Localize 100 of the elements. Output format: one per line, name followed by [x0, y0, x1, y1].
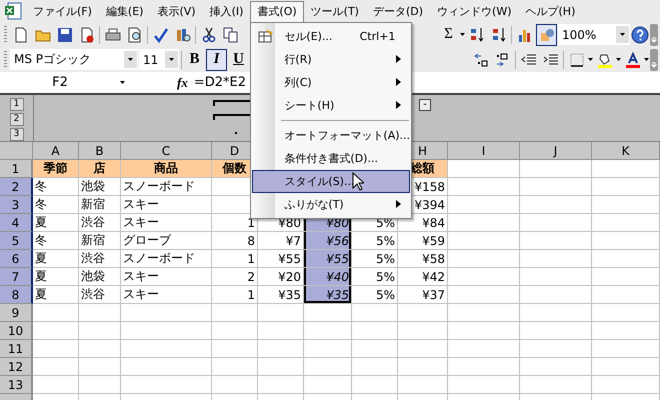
- row-header[interactable]: 5: [0, 232, 33, 250]
- table-cell: [520, 340, 592, 358]
- table-cell: [592, 376, 660, 394]
- menu-entry[interactable]: スタイル(S)...: [252, 170, 410, 192]
- outline-level-button[interactable]: 3: [10, 128, 24, 141]
- row-header[interactable]: 11: [0, 340, 33, 358]
- spreadsheet-app-icon[interactable]: [4, 2, 22, 20]
- column-header[interactable]: C: [121, 142, 212, 160]
- zoom-field[interactable]: 100%: [558, 24, 630, 45]
- table-cell: 渋谷: [79, 250, 121, 268]
- table-cell: [448, 358, 520, 376]
- caret-icon: [120, 81, 125, 84]
- table-cell: [304, 376, 352, 394]
- menu-entry[interactable]: シート(H): [252, 94, 410, 116]
- table-cell: [33, 322, 79, 340]
- table-cell: 夏: [33, 250, 79, 268]
- table-cell: [258, 304, 304, 322]
- autosum-button[interactable]: Σ: [438, 24, 459, 46]
- two-pages-icon: [222, 26, 238, 42]
- column-header[interactable]: B: [79, 142, 121, 160]
- table-cell: [520, 322, 592, 340]
- table-cell: [33, 376, 79, 394]
- table-cell: [448, 304, 520, 322]
- table-cell: [79, 376, 121, 394]
- column-header[interactable]: A: [33, 142, 79, 160]
- table-cell: [448, 268, 520, 286]
- table-cell: ¥58: [398, 250, 448, 268]
- menu-item[interactable]: ファイル(F): [26, 0, 99, 22]
- blank-page-icon: [12, 26, 28, 42]
- table-cell: [448, 322, 520, 340]
- row-header[interactable]: 2: [0, 178, 33, 196]
- table-cell: [448, 232, 520, 250]
- text-style-button[interactable]: U: [228, 48, 249, 70]
- table-cell: [398, 358, 448, 376]
- table-cell: [448, 178, 520, 196]
- table-cell: 冬: [33, 232, 79, 250]
- table-cell: [592, 178, 660, 196]
- row-header[interactable]: 3: [0, 196, 33, 214]
- column-header[interactable]: J: [520, 142, 592, 160]
- row-header[interactable]: 13: [0, 376, 33, 394]
- row-header[interactable]: 1: [0, 160, 33, 178]
- drawing-button[interactable]: [536, 24, 557, 46]
- font-size-field[interactable]: 11: [139, 49, 179, 70]
- menu-item[interactable]: ツール(T): [304, 0, 366, 22]
- menu-entry[interactable]: セル(E)... Ctrl+1: [252, 24, 410, 48]
- row-header[interactable]: 12: [0, 358, 33, 376]
- table-cell: 8: [212, 232, 258, 250]
- text-style-button[interactable]: B: [184, 48, 205, 70]
- check-mark-icon: [152, 26, 168, 42]
- outline-level-button[interactable]: 2: [10, 113, 24, 126]
- help-icon[interactable]: [631, 26, 649, 44]
- table-cell: ¥42: [398, 268, 448, 286]
- decrease-indent-icon: [520, 52, 536, 68]
- column-header[interactable]: I: [448, 142, 520, 160]
- menu-entry[interactable]: 列(C): [252, 70, 410, 94]
- table-cell: [258, 376, 304, 394]
- toolbar-options-icon[interactable]: [650, 48, 658, 70]
- table-cell: 1: [212, 250, 258, 268]
- column-header[interactable]: K: [592, 142, 660, 160]
- menu-item[interactable]: 挿入(I): [202, 0, 250, 22]
- outline-level-button[interactable]: 1: [10, 98, 24, 111]
- table-cell: [592, 196, 660, 214]
- table-cell: [304, 358, 352, 376]
- table-cell: [592, 340, 660, 358]
- magnifier-page-icon: [126, 26, 142, 42]
- name-box[interactable]: F2: [0, 75, 120, 90]
- row-header[interactable]: 9: [0, 304, 33, 322]
- sort-descending-icon: [490, 26, 506, 42]
- table-cell: ¥84: [398, 214, 448, 232]
- table-cell: 新宿: [79, 196, 121, 214]
- table-cell: ¥40: [304, 268, 352, 286]
- table-cell: 冬: [33, 178, 79, 196]
- row-header[interactable]: 4: [0, 214, 33, 232]
- table-cell: 夏: [33, 268, 79, 286]
- menu-item[interactable]: 書式(O): [250, 0, 304, 22]
- menu-item[interactable]: データ(D): [366, 0, 430, 22]
- font-field[interactable]: MS Pゴシック: [10, 49, 138, 70]
- collapse-button[interactable]: -: [419, 99, 431, 111]
- table-cell: [448, 214, 520, 232]
- text-style-button[interactable]: I: [206, 48, 227, 70]
- row-header[interactable]: 7: [0, 268, 33, 286]
- table-cell: 商品: [121, 160, 212, 178]
- row-header[interactable]: 8: [0, 286, 33, 304]
- table-cell: [398, 376, 448, 394]
- row-header[interactable]: 10: [0, 322, 33, 340]
- formula-text[interactable]: =D2*E2: [194, 75, 246, 90]
- table-cell: [258, 340, 304, 358]
- menu-item[interactable]: ウィンドウ(W): [430, 0, 518, 22]
- table-cell: [398, 304, 448, 322]
- table-cell: 冬: [33, 196, 79, 214]
- borders-icon: [568, 52, 584, 68]
- function-label[interactable]: fx: [177, 74, 188, 90]
- menu-item[interactable]: 編集(E): [98, 0, 150, 22]
- row-header[interactable]: 6: [0, 250, 33, 268]
- menu-item[interactable]: 表示(V): [150, 0, 203, 22]
- menu-entry[interactable]: 行(R): [252, 48, 410, 70]
- table-cell: [592, 250, 660, 268]
- sort-ascending-icon: [468, 26, 484, 42]
- table-cell: [352, 322, 398, 340]
- menu-item[interactable]: ヘルプ(H): [518, 0, 582, 22]
